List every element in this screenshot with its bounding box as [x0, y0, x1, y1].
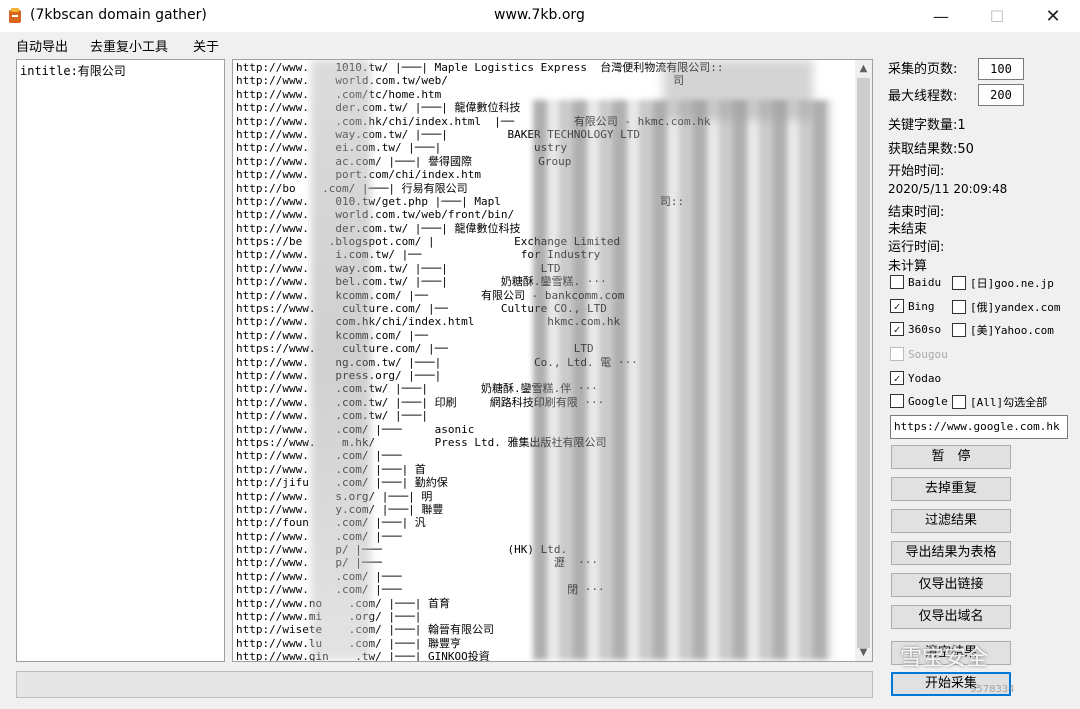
results-scrollbar[interactable]: ▲ ▼	[855, 60, 872, 661]
scroll-down-icon[interactable]: ▼	[855, 644, 872, 661]
menu-auto-export[interactable]: 自动导出	[16, 36, 68, 55]
engine-bing[interactable]: ✓ Bing	[890, 299, 935, 313]
engine-sougou: Sougou	[890, 347, 948, 361]
engine-yandex[interactable]: [俄]yandex.com	[952, 299, 1060, 315]
menu-dedupe-tool[interactable]: 去重复小工具	[90, 36, 168, 55]
dedupe-button[interactable]: 去掉重复	[891, 477, 1011, 501]
close-button[interactable]: ✕	[1030, 0, 1076, 32]
maximize-button[interactable]: ☐	[974, 0, 1020, 32]
watermark-url: 9578334	[970, 684, 1015, 695]
redaction-blur	[663, 60, 813, 120]
scroll-up-icon[interactable]: ▲	[855, 60, 872, 77]
title-bar: (7kbscan domain gather) www.7kb.org — ☐ …	[0, 0, 1080, 32]
checkbox-icon[interactable]	[952, 395, 966, 409]
google-url-input[interactable]: https://www.google.com.hk	[890, 415, 1068, 439]
engine-yahoo[interactable]: [美]Yahoo.com	[952, 322, 1054, 338]
export-table-button[interactable]: 导出结果为表格	[891, 541, 1011, 565]
window-title: (7kbscan domain gather)	[30, 7, 207, 23]
checkbox-checked-icon[interactable]: ✓	[890, 322, 904, 336]
checkbox-icon	[890, 347, 904, 361]
engine-goo[interactable]: [日]goo.ne.jp	[952, 275, 1054, 291]
keyword-input[interactable]: intitle:有限公司	[16, 59, 225, 662]
checkbox-icon[interactable]	[952, 276, 966, 290]
engine-select-all[interactable]: [All]勾选全部	[952, 394, 1047, 410]
run-time-value: 未计算	[888, 259, 928, 274]
checkbox-icon[interactable]	[890, 394, 904, 408]
end-time-value: 未结束	[888, 222, 928, 237]
scrollbar-thumb[interactable]	[857, 78, 870, 648]
keyword-count: 关键字数量:1	[888, 118, 966, 133]
checkbox-icon[interactable]	[952, 323, 966, 337]
start-time-label: 开始时间:	[888, 164, 945, 179]
run-time-label: 运行时间:	[888, 240, 945, 255]
checkbox-icon[interactable]	[952, 300, 966, 314]
filter-button[interactable]: 过滤结果	[891, 509, 1011, 533]
redaction-blur	[533, 100, 833, 660]
app-icon	[9, 8, 21, 23]
checkbox-icon[interactable]	[890, 275, 904, 289]
export-domains-button[interactable]: 仅导出域名	[891, 605, 1011, 629]
status-bar	[16, 671, 873, 698]
watermark: 雪宝安全	[900, 646, 989, 671]
menu-about[interactable]: 关于	[193, 36, 219, 55]
pages-label: 采集的页数:	[888, 62, 958, 77]
engine-yodao[interactable]: ✓ Yodao	[890, 371, 941, 385]
pause-button[interactable]: 暂 停	[891, 445, 1011, 469]
engine-360so[interactable]: ✓ 360so	[890, 322, 941, 336]
checkbox-checked-icon[interactable]: ✓	[890, 299, 904, 313]
minimize-button[interactable]: —	[918, 0, 964, 32]
pages-input[interactable]: 100	[978, 58, 1024, 80]
export-links-button[interactable]: 仅导出链接	[891, 573, 1011, 597]
window-subtitle: www.7kb.org	[494, 7, 585, 23]
start-time-value: 2020/5/11 20:09:48	[888, 182, 1008, 196]
checkbox-checked-icon[interactable]: ✓	[890, 371, 904, 385]
redaction-blur	[311, 60, 371, 660]
threads-label: 最大线程数:	[888, 89, 958, 104]
results-box[interactable]: http://www. 1010.tw/ |───| Maple Logisti…	[232, 59, 873, 662]
menu-bar: 自动导出 去重复小工具 关于	[0, 32, 1080, 56]
engine-google[interactable]: Google	[890, 394, 948, 408]
engine-baidu[interactable]: Baidu	[890, 275, 941, 289]
threads-input[interactable]: 200	[978, 84, 1024, 106]
result-count: 获取结果数:50	[888, 142, 974, 157]
